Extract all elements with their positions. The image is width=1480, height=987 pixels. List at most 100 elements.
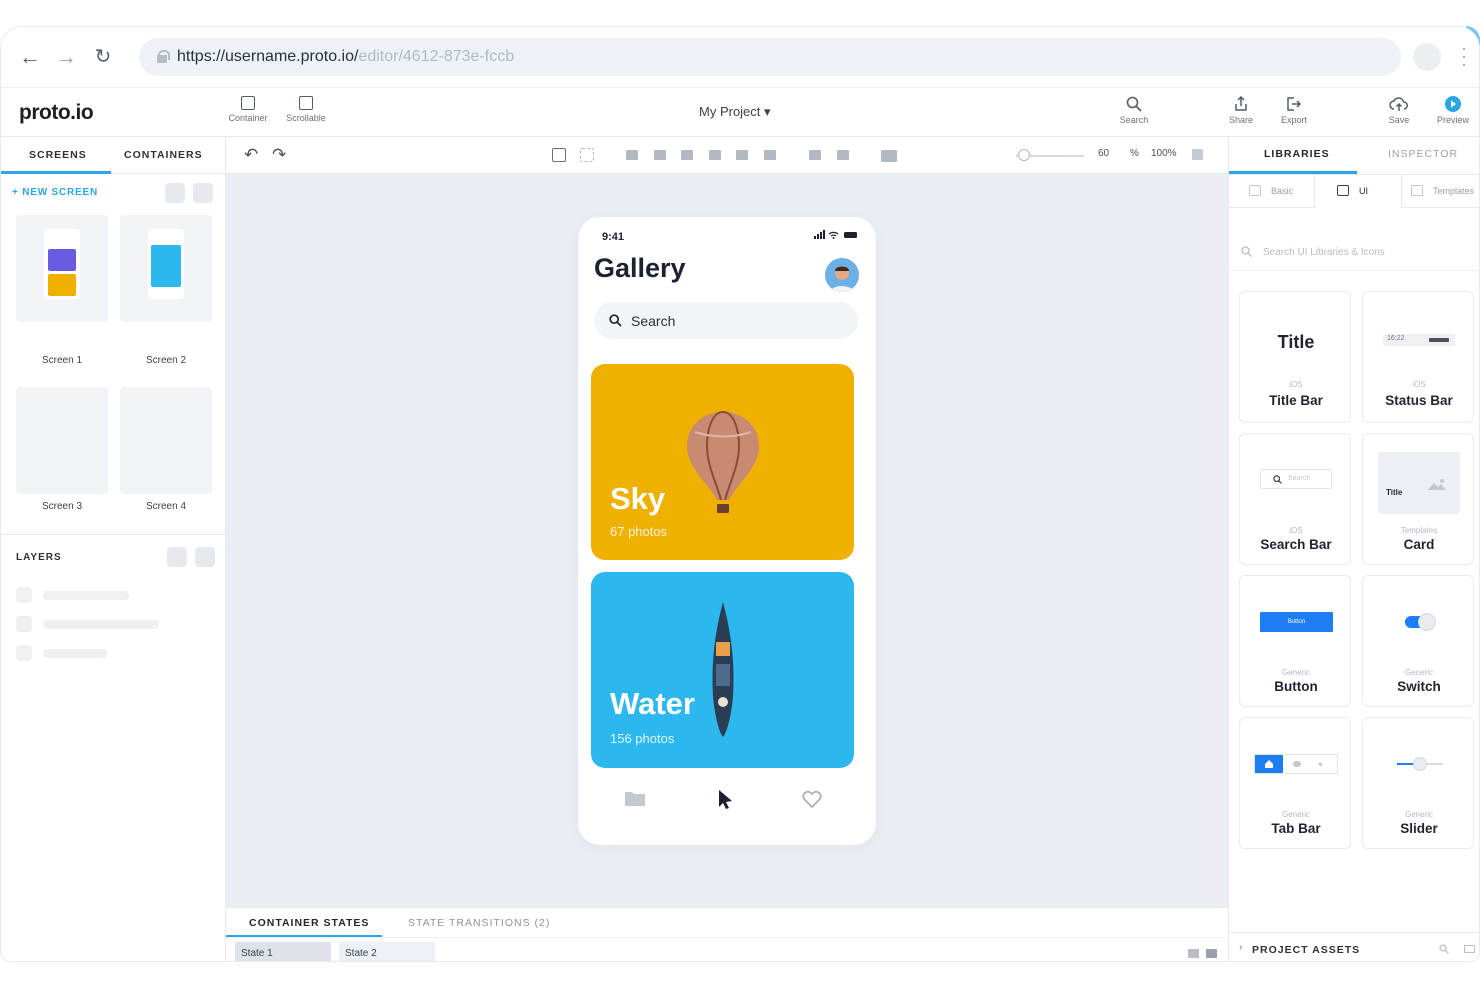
container-tool[interactable]: Container [223,96,273,123]
library-search-input[interactable]: Search UI Libraries & Icons [1263,247,1385,258]
group-icon[interactable] [552,148,566,162]
screen-thumbnail-4[interactable] [120,387,212,494]
library-card-kind: Generic [1404,668,1433,677]
search-icon[interactable] [1439,944,1449,954]
align-middle-icon[interactable] [654,150,666,160]
search-icon [1273,475,1282,484]
profile-avatar-icon[interactable] [1413,43,1441,71]
project-assets-section[interactable]: › PROJECT ASSETS [1229,932,1479,961]
sky-card[interactable]: Sky 67 photos [591,364,854,560]
ungroup-icon[interactable] [580,148,594,162]
library-card-tab-bar[interactable]: ♥ Generic Tab Bar [1239,717,1351,849]
align-bottom-icon[interactable] [681,150,693,160]
layer-placeholder-bar [43,620,159,629]
screen-thumbnail-2[interactable] [120,215,212,322]
library-card-slider[interactable]: Generic Slider [1362,717,1474,849]
screen-options-button[interactable] [193,183,213,203]
scrollable-tool-label: Scrollable [286,113,326,123]
reload-icon[interactable]: ↻ [91,45,115,69]
align-right-icon[interactable] [764,150,776,160]
arrange-icon[interactable] [881,150,897,162]
screen-thumbnail-1[interactable] [16,215,108,322]
layers-divider [1,534,226,535]
heart-icon[interactable] [801,789,823,809]
subtab-ui[interactable]: UI [1359,186,1368,196]
gallery-title: Gallery [594,253,686,283]
share-tool-label: Share [1228,115,1254,125]
cursor-icon[interactable] [713,788,735,810]
tab-container-states[interactable]: CONTAINER STATES [249,917,369,929]
boat-icon [712,602,734,737]
library-card-button[interactable]: Button Generic Button [1239,575,1351,707]
image-icon[interactable] [1464,945,1475,953]
search-tool[interactable]: Search [1114,96,1154,125]
undo-icon[interactable]: ↶ [244,145,258,165]
more-menu-icon[interactable]: · · · [1461,39,1467,73]
project-name-dropdown[interactable]: My Project ▾ [699,104,771,120]
layers-action-button-1[interactable] [167,547,187,567]
phone-screen[interactable]: 9:41 Gallery Search Sky 67 photos Water … [578,217,876,845]
screen-thumbnail-3[interactable] [16,387,108,494]
tab-state-transitions[interactable]: STATE TRANSITIONS (2) [408,917,550,929]
layers-action-button-2[interactable] [195,547,215,567]
tab-inspector[interactable]: INSPECTOR [1388,148,1458,160]
folder-icon[interactable] [624,789,646,807]
chat-icon [1293,761,1301,767]
thumb-1-card-purple [48,249,76,271]
tab-libraries[interactable]: LIBRARIES [1264,148,1330,160]
align-center-icon[interactable] [736,150,748,160]
zoom-value[interactable]: 60 [1098,148,1109,159]
subtab-templates[interactable]: Templates [1433,186,1474,196]
state-chip-2[interactable]: State 2 [339,942,435,961]
export-tool[interactable]: Export [1275,96,1313,125]
thumb-2-card-blue [151,245,181,287]
sky-card-title: Sky [610,481,666,516]
zoom-fit-button[interactable]: 100% [1151,148,1177,159]
image-placeholder-icon [1428,479,1446,490]
scrollable-icon [299,96,313,110]
library-card-switch[interactable]: Generic Switch [1362,575,1474,707]
phone-search-label: Search [631,313,676,329]
screen-view-button[interactable] [165,183,185,203]
title-bar-preview: Title [1277,332,1315,352]
address-bar[interactable]: https://username.proto.io/editor/4612-87… [139,38,1401,76]
library-card-search-bar[interactable]: Search iOS Search Bar [1239,433,1351,565]
phone-status-time: 9:41 [602,231,625,243]
save-tool[interactable]: Save [1381,96,1417,125]
list-view-icon[interactable] [1188,949,1199,958]
tab-containers[interactable]: CONTAINERS [124,149,203,161]
library-card-card[interactable]: Title Templates Card [1362,433,1474,565]
button-preview: Button [1260,612,1333,632]
layer-placeholder-bar [43,649,107,658]
subtab-ui-active-bg [1314,175,1402,208]
editor-toolbar: ↶ ↷ 60 % 100% [226,137,1228,174]
subtab-basic[interactable]: Basic [1271,186,1293,196]
scrollable-tool[interactable]: Scrollable [280,96,332,123]
redo-icon[interactable]: ↷ [272,145,286,165]
align-top-icon[interactable] [626,150,638,160]
zoom-slider-handle[interactable] [1018,149,1030,161]
library-card-kind: iOS [1289,526,1303,535]
library-card-title-bar[interactable]: Title iOS Title Bar [1239,291,1351,423]
tab-screens[interactable]: SCREENS [29,149,87,161]
preview-tool[interactable]: Preview [1431,96,1475,125]
distribute-vertical-icon[interactable] [837,150,849,160]
grid-view-icon[interactable] [1206,949,1217,958]
back-arrow-icon[interactable]: ← [18,45,42,69]
editor-canvas[interactable]: 9:41 Gallery Search Sky 67 photos Water … [226,174,1228,907]
state-chip-1[interactable]: State 1 [235,942,331,961]
person-avatar-icon [825,258,859,292]
status-bar-preview-time: 16:22 [1387,335,1405,342]
align-left-icon[interactable] [709,150,721,160]
forward-arrow-icon[interactable]: → [54,45,78,69]
share-tool[interactable]: Share [1223,96,1259,125]
library-card-name: Title Bar [1269,393,1323,408]
fit-screen-icon[interactable] [1192,149,1203,160]
water-card[interactable]: Water 156 photos [591,572,854,768]
new-screen-button[interactable]: + NEW SCREEN [12,187,98,198]
user-avatar[interactable] [825,258,859,292]
card-preview: Title [1378,452,1460,514]
phone-search-bar[interactable]: Search [594,302,858,339]
library-card-status-bar[interactable]: 16:22 iOS Status Bar [1362,291,1474,423]
distribute-horizontal-icon[interactable] [809,150,821,160]
